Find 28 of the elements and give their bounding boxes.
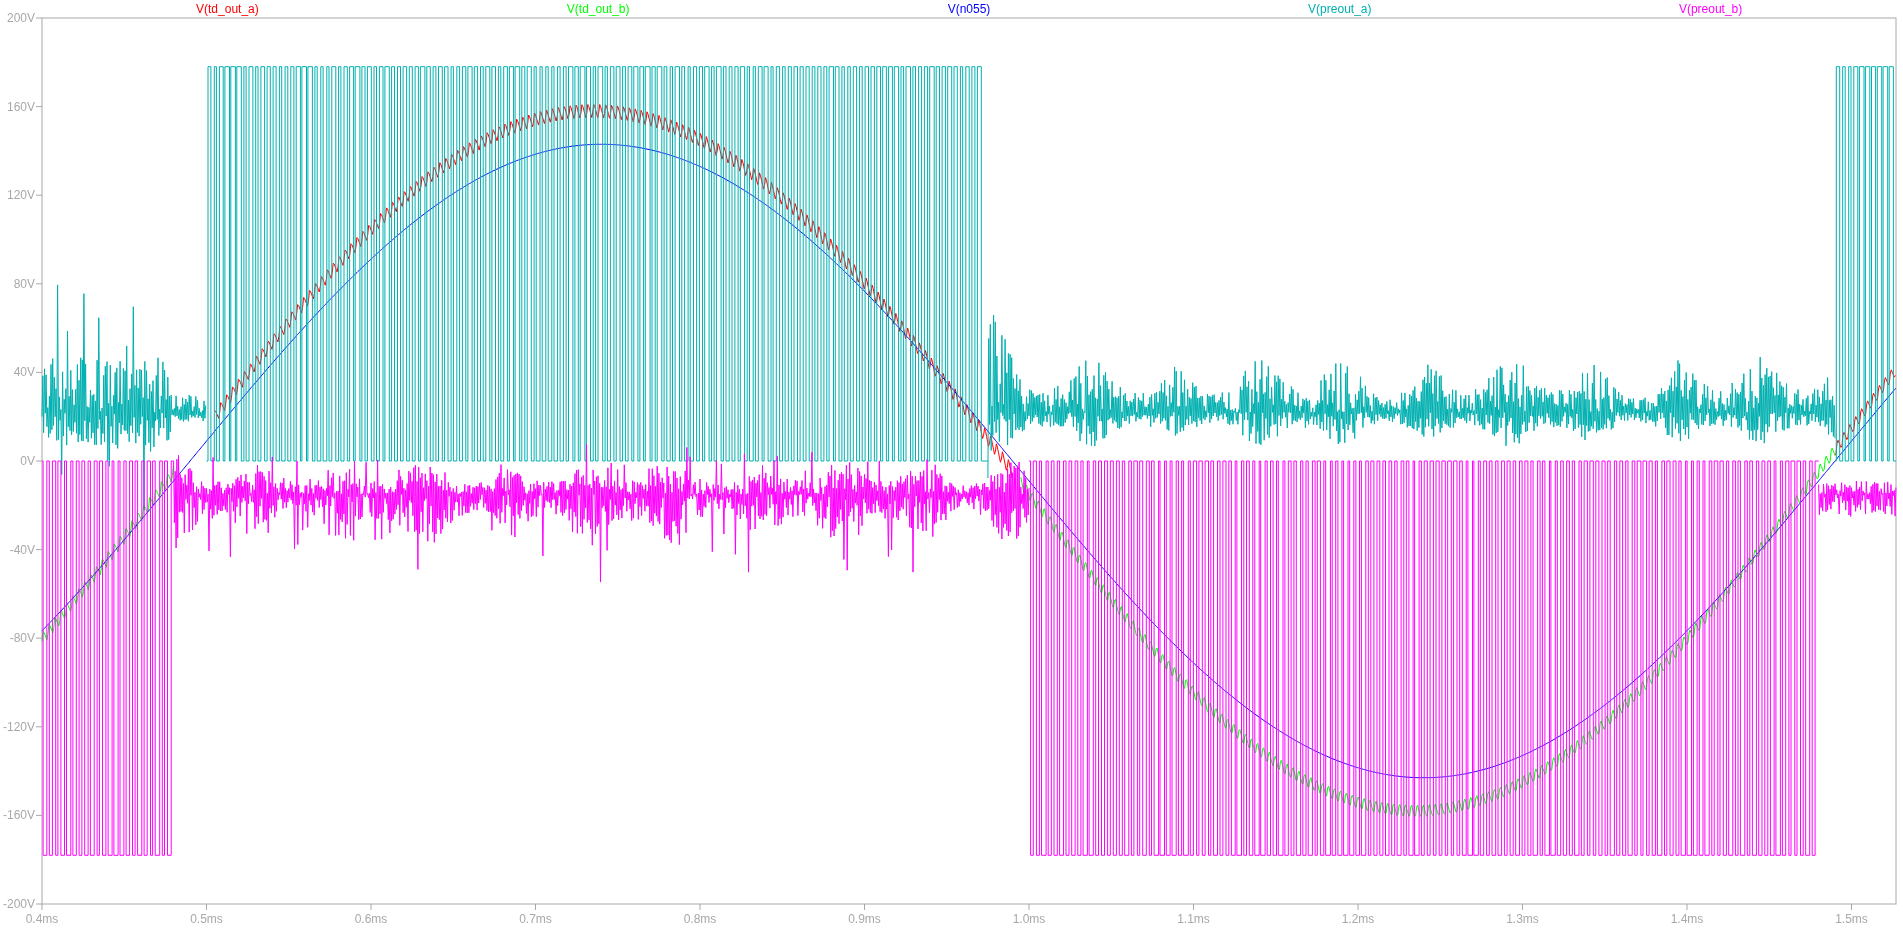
axis-tick-label: -80V xyxy=(9,631,35,646)
axis-tick-label: -200V xyxy=(2,897,35,911)
axis-tick-label: 40V xyxy=(13,365,35,380)
trace-label: V(preout_b) xyxy=(1678,2,1743,16)
axis-tick-label: 0.7ms xyxy=(519,912,552,926)
axis-tick-label: 0.5ms xyxy=(190,912,223,926)
axis-tick-label: -160V xyxy=(2,808,35,823)
axis-tick-label: 200V xyxy=(6,11,35,25)
axis-tick-label: 0.4ms xyxy=(25,912,59,926)
trace-label: V(n055) xyxy=(947,2,991,16)
axis-tick-label: 80V xyxy=(13,276,35,291)
axis-tick-label: 0.9ms xyxy=(848,912,881,926)
axis-tick-label: 120V xyxy=(6,188,35,203)
axis-tick-label: 0.6ms xyxy=(354,912,388,926)
trace-label: V(preout_a) xyxy=(1308,2,1372,16)
axis-tick-label: 1.3ms xyxy=(1506,912,1539,926)
axis-tick-label: 1.1ms xyxy=(1177,912,1210,926)
axis-tick-label: -120V xyxy=(2,719,35,734)
axis-tick-label: -40V xyxy=(9,542,35,557)
axis-tick-label: 1.4ms xyxy=(1670,912,1704,926)
axis-tick-label: 0.8ms xyxy=(683,912,717,926)
axis-tick-label: 160V xyxy=(6,99,35,114)
trace-label: V(td_out_a) xyxy=(196,2,259,16)
axis-tick-label: 1.2ms xyxy=(1341,912,1375,926)
axis-tick-label: 1.5ms xyxy=(1835,912,1868,926)
axis-tick-label: 1.0ms xyxy=(1012,912,1046,926)
axis-tick-label: 0V xyxy=(20,454,35,468)
trace-label: V(td_out_b) xyxy=(566,2,630,16)
